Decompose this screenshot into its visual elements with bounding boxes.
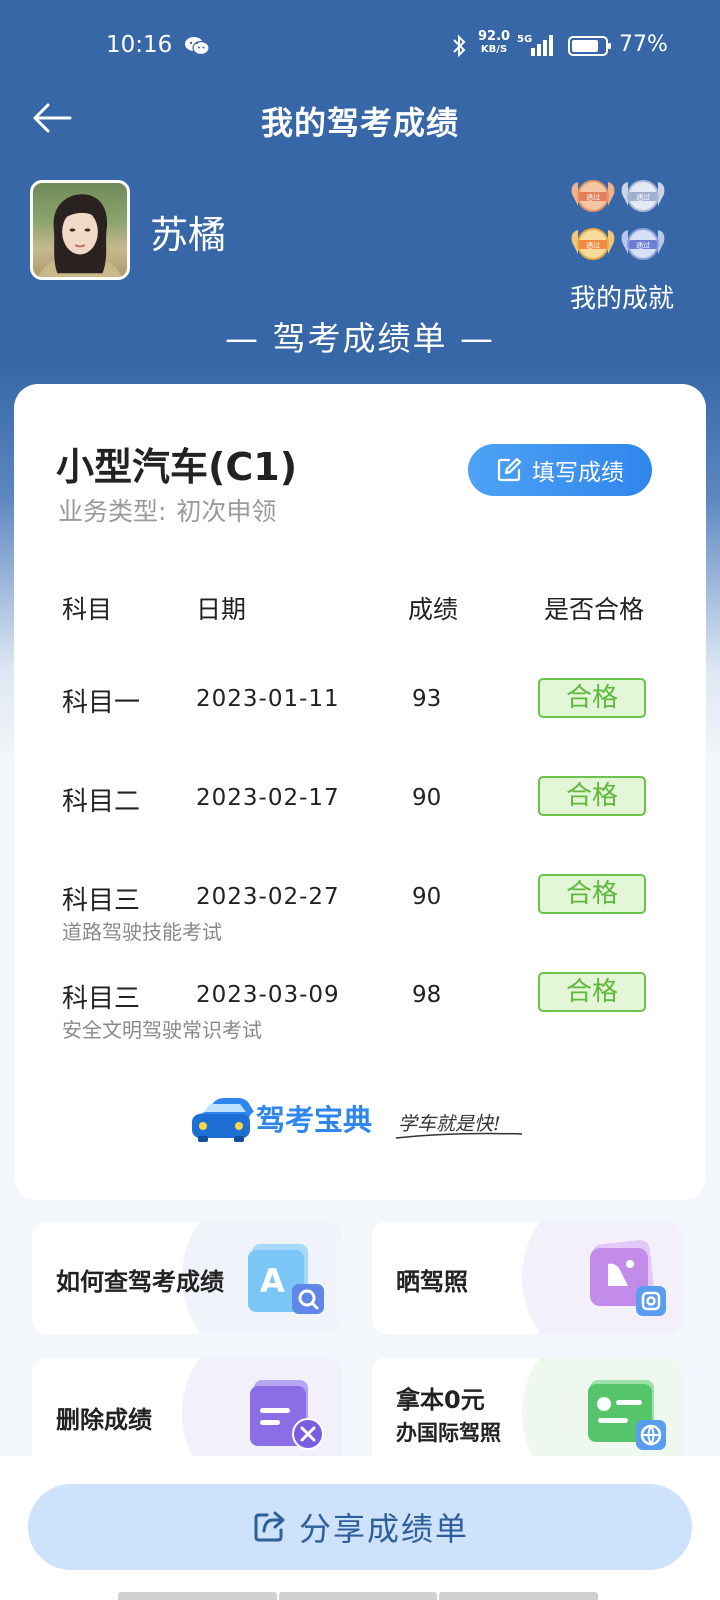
signal-icon: 5G — [517, 34, 553, 56]
home-indicator[interactable] — [118, 1592, 599, 1600]
pass-badge: 合格 — [538, 874, 646, 914]
medal-gold-icon: 通过 — [571, 228, 615, 260]
status-time: 10:16 — [106, 32, 173, 58]
net-speed: 92.0 KB/S — [478, 29, 511, 55]
svg-text:驾考宝典: 驾考宝典 — [256, 1103, 372, 1137]
international-license-tile[interactable]: 拿本0元 办国际驾照 — [372, 1358, 682, 1470]
achievement-medals[interactable]: 通过 通过 通过 通过 — [571, 176, 686, 276]
car-logo-icon — [192, 1098, 254, 1142]
how-to-check-score-tile[interactable]: 如何查驾考成绩 A — [32, 1222, 342, 1334]
column-date: 日期 — [196, 595, 247, 624]
row-note: 安全文明驾驶常识考试 — [62, 1018, 262, 1042]
medal-blue-icon: 通过 — [621, 228, 665, 260]
row-subject: 科目一 — [62, 688, 141, 718]
svg-text:通过: 通过 — [636, 193, 650, 202]
row-date: 2023-02-27 — [196, 884, 340, 910]
business-type-label: 业务类型: — [58, 497, 167, 526]
tile-label: 删除成绩 — [56, 1406, 152, 1434]
svg-text:5G: 5G — [517, 34, 532, 45]
score-card: 小型汽车(C1) 业务类型: 初次申领 填写成绩 科目 日期 成绩 是否合格 科… — [14, 384, 706, 1200]
bluetooth-icon — [453, 34, 466, 58]
column-passed: 是否合格 — [544, 595, 645, 624]
section-title: — 驾考成绩单 — — [225, 319, 495, 358]
medal-silver-icon: 通过 — [621, 180, 665, 212]
fill-score-button[interactable]: 填写成绩 — [468, 444, 652, 496]
business-type: 业务类型: 初次申领 — [56, 492, 276, 528]
row-score: 90 — [412, 785, 442, 811]
pass-badge: 合格 — [538, 776, 646, 816]
battery-level: 77% — [619, 32, 668, 57]
row-subject: 科目二 — [62, 787, 141, 817]
page-title: 我的驾考成绩 — [260, 104, 459, 142]
svg-text:通过: 通过 — [636, 241, 650, 250]
pass-badge: 合格 — [538, 678, 646, 718]
svg-text:通过: 通过 — [586, 193, 600, 202]
row-date: 2023-03-09 — [196, 982, 340, 1008]
row-date: 2023-02-17 — [196, 785, 340, 811]
row-score: 90 — [412, 884, 442, 910]
svg-text:学车就是快!: 学车就是快! — [398, 1113, 501, 1135]
avatar[interactable] — [30, 180, 130, 280]
jiakao-baodian-logo: 驾考宝典 学车就是快! — [192, 1098, 523, 1142]
row-score: 93 — [412, 686, 442, 712]
row-note: 道路驾驶技能考试 — [62, 920, 222, 944]
username: 苏橘 — [150, 213, 227, 257]
tile-label: 拿本0元 办国际驾照 — [396, 1386, 501, 1445]
edit-icon — [497, 457, 522, 482]
column-score: 成绩 — [408, 595, 459, 624]
share-score-label: 分享成绩单 — [298, 1510, 469, 1548]
tile-label: 如何查驾考成绩 — [56, 1268, 224, 1296]
row-subject: 科目三 — [62, 984, 141, 1014]
share-score-button[interactable]: 分享成绩单 — [28, 1484, 692, 1570]
pass-badge: 合格 — [538, 972, 646, 1012]
tile-label: 晒驾照 — [396, 1268, 468, 1296]
photo-share-icon — [590, 1240, 666, 1316]
share-icon — [254, 1511, 285, 1542]
international-license-icon — [588, 1380, 666, 1450]
svg-text:通过: 通过 — [586, 241, 600, 250]
column-subject: 科目 — [62, 595, 113, 624]
search-document-icon: A — [248, 1244, 324, 1314]
delete-record-icon — [250, 1380, 324, 1450]
show-license-tile[interactable]: 晒驾照 — [372, 1222, 682, 1334]
svg-text:A: A — [260, 1262, 285, 1300]
delete-score-tile[interactable]: 删除成绩 — [32, 1358, 342, 1470]
row-subject: 科目三 — [62, 886, 141, 916]
vehicle-type: 小型汽车(C1) — [56, 445, 298, 489]
business-type-value: 初次申领 — [176, 497, 277, 526]
row-score: 98 — [412, 982, 442, 1008]
fill-score-label: 填写成绩 — [532, 460, 624, 486]
wechat-icon — [185, 37, 210, 56]
achievement-label[interactable]: 我的成就 — [570, 278, 674, 315]
row-date: 2023-01-11 — [196, 686, 340, 712]
battery-icon — [568, 36, 611, 56]
status-bar: 10:16 92.0 KB/S 5G 77% — [0, 28, 720, 64]
medal-bronze-icon: 通过 — [571, 180, 615, 212]
